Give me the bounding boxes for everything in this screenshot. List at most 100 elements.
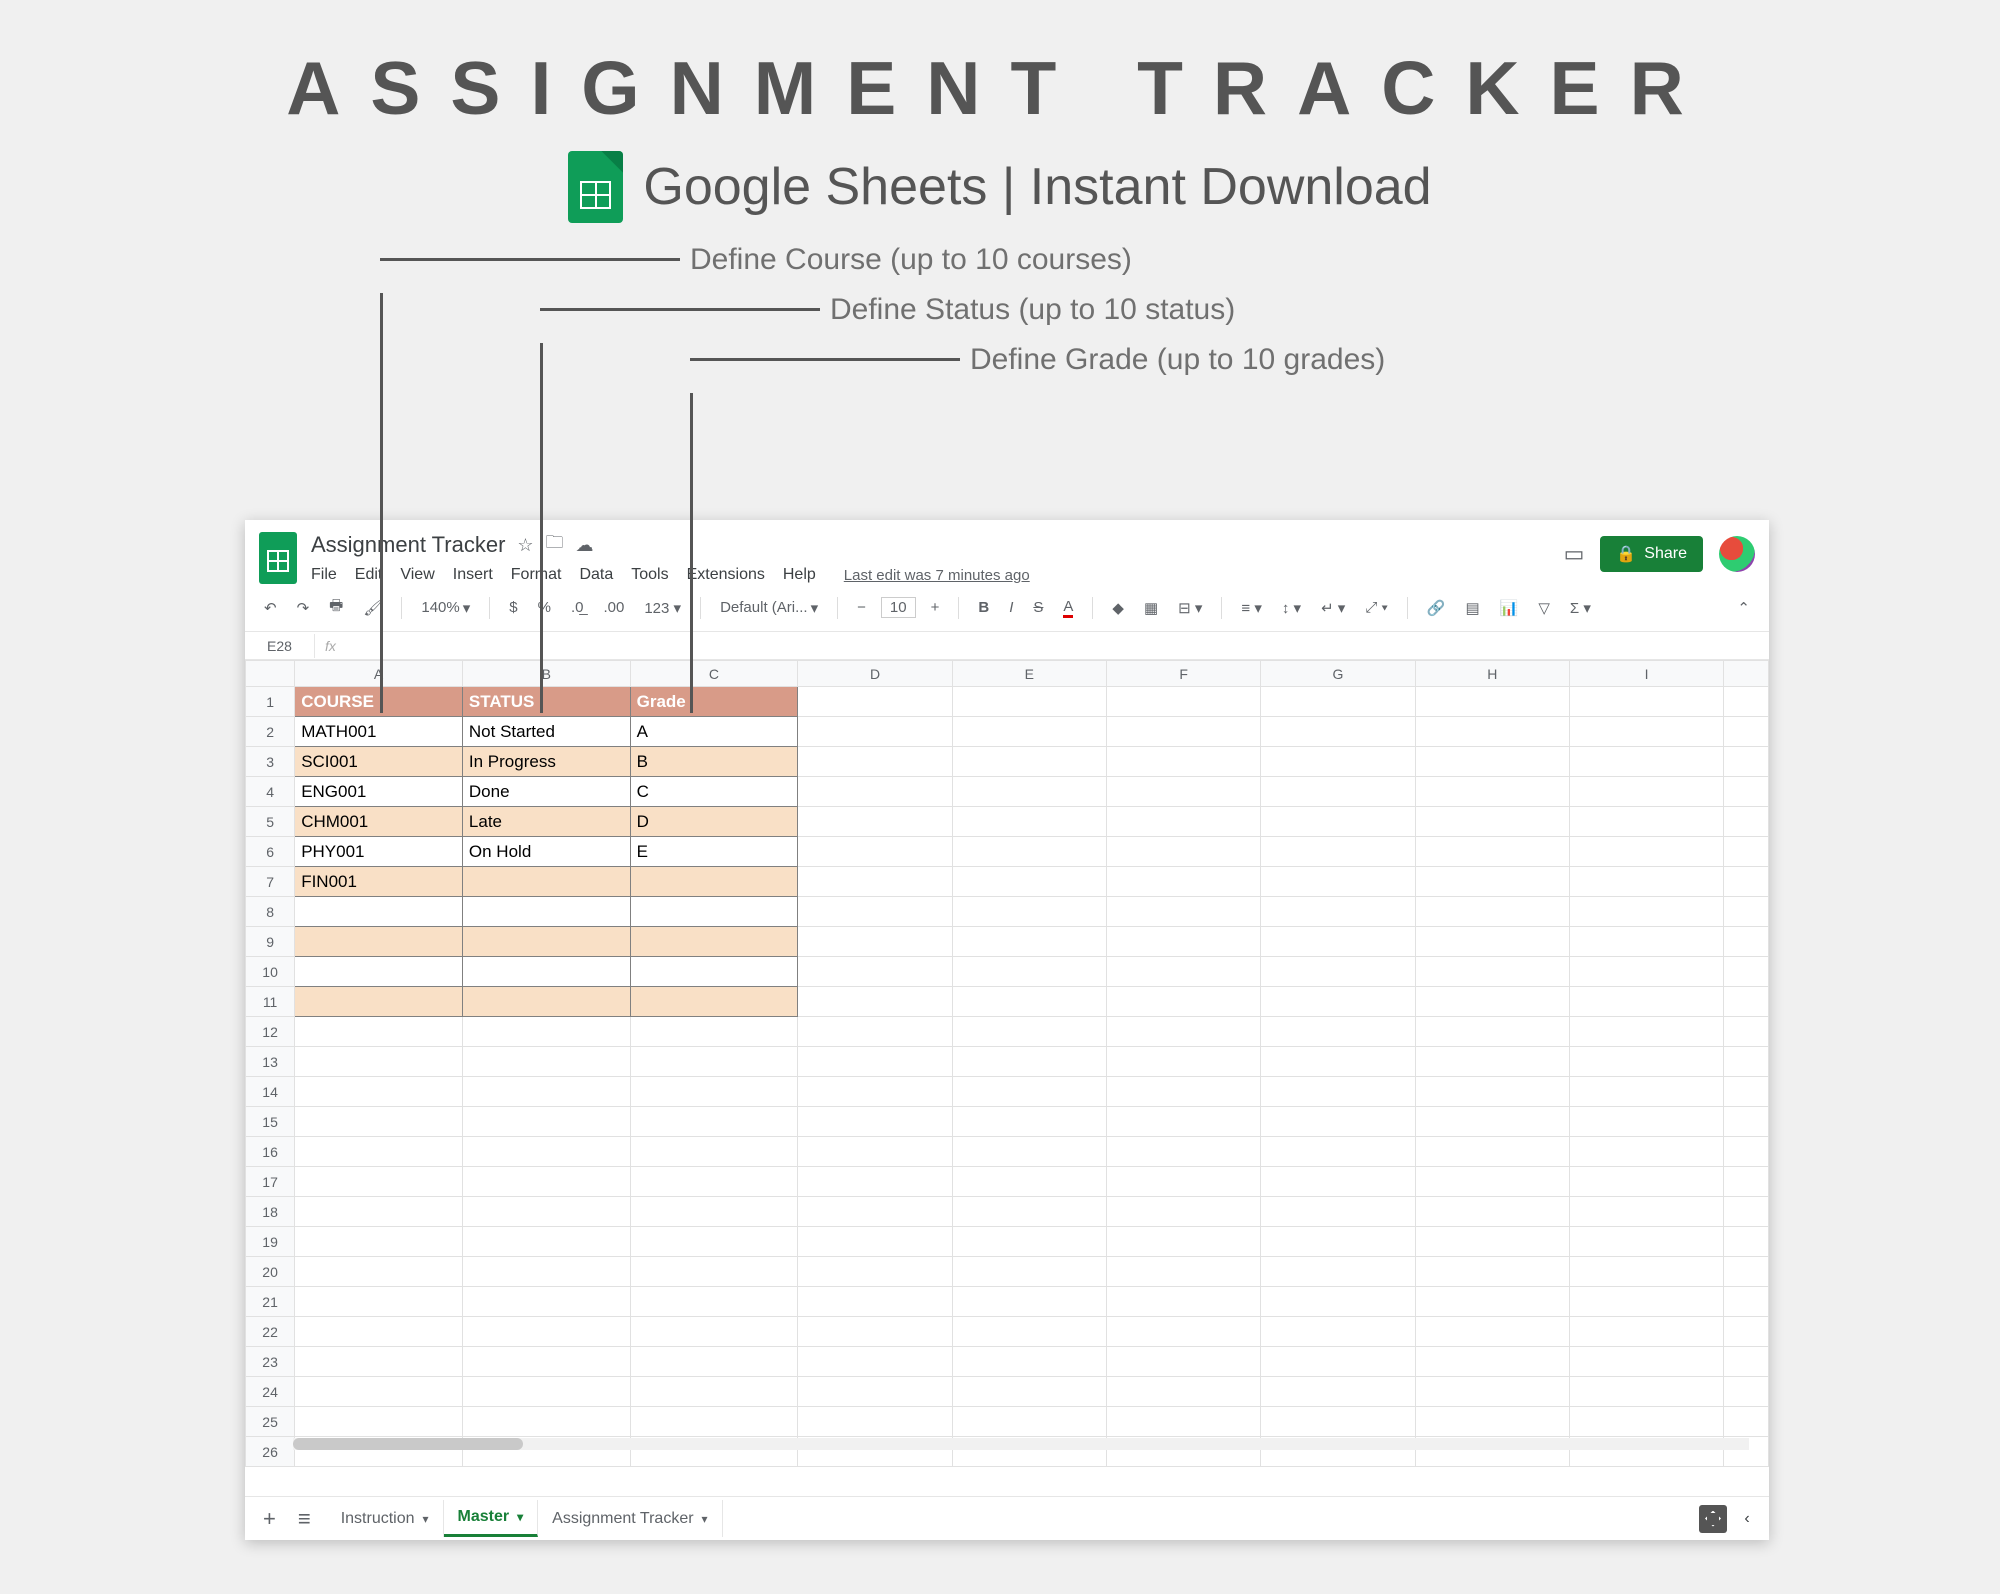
- cell[interactable]: [798, 987, 952, 1017]
- cell[interactable]: [1569, 747, 1723, 777]
- cell[interactable]: [1415, 1137, 1569, 1167]
- cell[interactable]: [1569, 807, 1723, 837]
- cell[interactable]: [798, 1137, 952, 1167]
- cell[interactable]: [462, 1377, 630, 1407]
- cell[interactable]: [1724, 1167, 1769, 1197]
- dec-decrease-button[interactable]: .0̲: [566, 596, 589, 619]
- cell[interactable]: [295, 897, 463, 927]
- cell[interactable]: [1724, 1077, 1769, 1107]
- last-edit-text[interactable]: Last edit was 7 minutes ago: [844, 567, 1030, 584]
- cell[interactable]: [798, 1347, 952, 1377]
- row-header[interactable]: 25: [246, 1407, 295, 1437]
- cell[interactable]: [952, 1257, 1106, 1287]
- cell[interactable]: Not Started: [462, 717, 630, 747]
- cell[interactable]: [1569, 897, 1723, 927]
- cell[interactable]: [1106, 1317, 1260, 1347]
- zoom-select[interactable]: 140% ▾: [416, 596, 475, 620]
- cell[interactable]: [798, 1227, 952, 1257]
- cell[interactable]: [462, 867, 630, 897]
- cell[interactable]: [798, 1167, 952, 1197]
- comments-icon[interactable]: ▭: [1564, 541, 1585, 567]
- cell[interactable]: [952, 897, 1106, 927]
- cell[interactable]: [630, 1047, 798, 1077]
- cell[interactable]: [952, 867, 1106, 897]
- menu-tools[interactable]: Tools: [631, 566, 668, 584]
- cell[interactable]: [1415, 957, 1569, 987]
- fontsize-dec[interactable]: −: [852, 596, 871, 619]
- cell[interactable]: [798, 1077, 952, 1107]
- select-all-corner[interactable]: [246, 661, 295, 687]
- cell[interactable]: [952, 1407, 1106, 1437]
- cell[interactable]: [1106, 1287, 1260, 1317]
- cell[interactable]: [630, 1227, 798, 1257]
- cell[interactable]: [952, 1317, 1106, 1347]
- rotate-button[interactable]: ⤢ ▾: [1360, 596, 1392, 619]
- cell[interactable]: On Hold: [462, 837, 630, 867]
- cell[interactable]: [462, 1167, 630, 1197]
- cell[interactable]: [1415, 1257, 1569, 1287]
- explore-button[interactable]: [1699, 1505, 1727, 1533]
- cell[interactable]: [295, 1047, 463, 1077]
- cell[interactable]: [1106, 957, 1260, 987]
- row-header[interactable]: 17: [246, 1167, 295, 1197]
- cell[interactable]: C: [630, 777, 798, 807]
- cell[interactable]: [295, 987, 463, 1017]
- cell[interactable]: [798, 777, 952, 807]
- star-icon[interactable]: ☆: [517, 535, 533, 556]
- cell[interactable]: [1261, 897, 1415, 927]
- cell[interactable]: [1261, 837, 1415, 867]
- cell[interactable]: [630, 927, 798, 957]
- cell[interactable]: [1106, 1227, 1260, 1257]
- percent-button[interactable]: %: [533, 596, 556, 619]
- col-header-E[interactable]: E: [952, 661, 1106, 687]
- cell[interactable]: [295, 1017, 463, 1047]
- row-header[interactable]: 23: [246, 1347, 295, 1377]
- menu-extensions[interactable]: Extensions: [687, 566, 765, 584]
- currency-button[interactable]: $: [504, 596, 522, 619]
- cell[interactable]: [630, 1167, 798, 1197]
- spreadsheet-grid[interactable]: A B C D E F G H I 1COURSESTATUSGrade2MAT…: [245, 660, 1769, 1467]
- cell[interactable]: [952, 1047, 1106, 1077]
- cell[interactable]: [1106, 1257, 1260, 1287]
- col-header-B[interactable]: B: [462, 661, 630, 687]
- cell[interactable]: [1724, 1257, 1769, 1287]
- cell[interactable]: [952, 1287, 1106, 1317]
- cell[interactable]: [1106, 1017, 1260, 1047]
- cell[interactable]: [1724, 837, 1769, 867]
- cell[interactable]: Done: [462, 777, 630, 807]
- cell[interactable]: [1415, 1287, 1569, 1317]
- cell[interactable]: [462, 927, 630, 957]
- cell[interactable]: [1106, 837, 1260, 867]
- cell[interactable]: [1261, 1407, 1415, 1437]
- cell[interactable]: [295, 957, 463, 987]
- row-header[interactable]: 7: [246, 867, 295, 897]
- cell[interactable]: [462, 1407, 630, 1437]
- cell[interactable]: [295, 1107, 463, 1137]
- add-sheet-button[interactable]: +: [257, 1506, 282, 1532]
- halign-button[interactable]: ≡ ▾: [1236, 596, 1266, 620]
- cell[interactable]: [295, 927, 463, 957]
- cell[interactable]: [1415, 927, 1569, 957]
- cell[interactable]: [1261, 747, 1415, 777]
- cell[interactable]: [1106, 717, 1260, 747]
- chart-button[interactable]: 📊: [1495, 596, 1524, 620]
- cell[interactable]: [1569, 1227, 1723, 1257]
- cell[interactable]: [1261, 1197, 1415, 1227]
- share-button[interactable]: 🔒 Share: [1600, 536, 1703, 572]
- cell[interactable]: MATH001: [295, 717, 463, 747]
- cell[interactable]: [295, 1077, 463, 1107]
- cell[interactable]: [462, 897, 630, 927]
- cell[interactable]: [1724, 777, 1769, 807]
- cell[interactable]: [1415, 1167, 1569, 1197]
- cell[interactable]: [1569, 1167, 1723, 1197]
- cell[interactable]: [630, 1077, 798, 1107]
- cell[interactable]: Grade: [630, 687, 798, 717]
- cell[interactable]: [462, 1107, 630, 1137]
- col-header-H[interactable]: H: [1415, 661, 1569, 687]
- cell[interactable]: [1415, 1347, 1569, 1377]
- cell[interactable]: [1724, 747, 1769, 777]
- row-header[interactable]: 16: [246, 1137, 295, 1167]
- cell[interactable]: [1106, 897, 1260, 927]
- row-header[interactable]: 11: [246, 987, 295, 1017]
- cell[interactable]: [295, 1407, 463, 1437]
